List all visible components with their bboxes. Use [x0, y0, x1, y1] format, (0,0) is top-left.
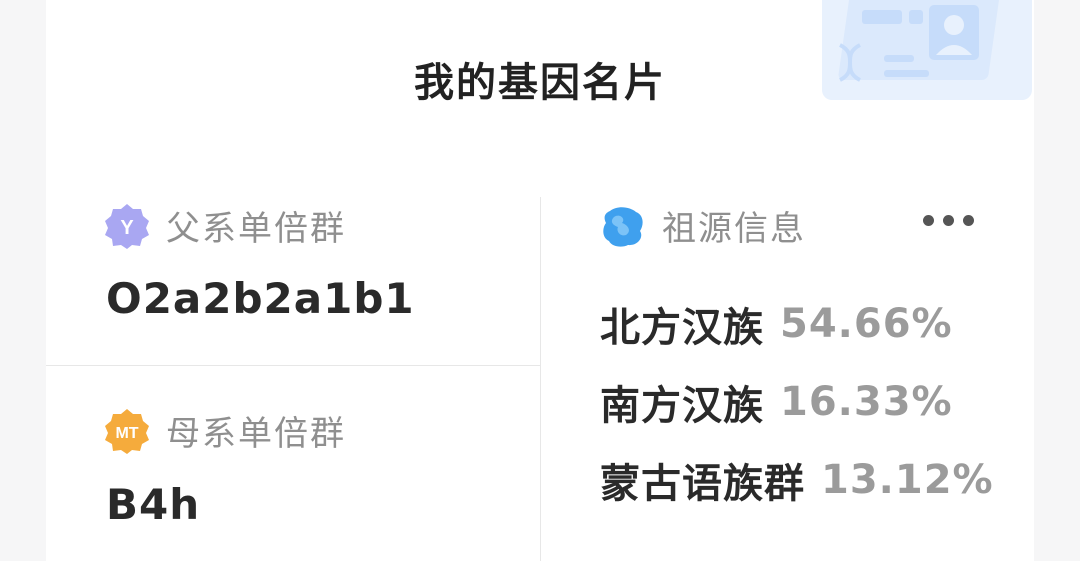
ancestry-name: 北方汉族	[600, 305, 764, 351]
ancestry-percent: 54.66%	[780, 301, 953, 347]
more-dots-icon[interactable]	[923, 215, 974, 226]
ancestry-item: 南方汉族 16.33%	[600, 363, 994, 441]
maternal-value: B4h	[106, 480, 201, 529]
maternal-label: 母系单倍群	[166, 414, 346, 454]
ancestry-percent: 16.33%	[780, 379, 953, 425]
ancestry-name: 蒙古语族群	[600, 461, 805, 507]
ancestry-list: 北方汉族 54.66% 南方汉族 16.33% 蒙古语族群 13.12%	[600, 285, 994, 519]
globe-blob-icon	[603, 206, 643, 247]
paternal-label: 父系单倍群	[166, 209, 346, 249]
svg-text:Y: Y	[120, 217, 134, 239]
paternal-header[interactable]: Y 父系单倍群	[104, 201, 346, 250]
ancestry-item: 北方汉族 54.66%	[600, 285, 994, 363]
ancestry-item: 蒙古语族群 13.12%	[600, 441, 994, 519]
ancestry-percent: 13.12%	[821, 457, 994, 503]
ancestry-name: 南方汉族	[600, 383, 764, 429]
y-badge-icon: Y	[105, 203, 149, 249]
svg-text:MT: MT	[115, 425, 138, 442]
gene-card: 我的基因名片 Y 父系单倍群 O2a2b2a1b1 MT 母系单倍群 B4h 祖…	[46, 0, 1034, 561]
ancestry-label: 祖源信息	[662, 209, 806, 249]
horizontal-divider	[46, 365, 540, 366]
paternal-value: O2a2b2a1b1	[106, 274, 415, 323]
vertical-divider	[540, 197, 541, 561]
page-title: 我的基因名片	[414, 60, 666, 106]
mt-badge-icon: MT	[105, 408, 149, 454]
ancestry-header[interactable]: 祖源信息	[600, 201, 806, 250]
maternal-header[interactable]: MT 母系单倍群	[104, 406, 346, 455]
